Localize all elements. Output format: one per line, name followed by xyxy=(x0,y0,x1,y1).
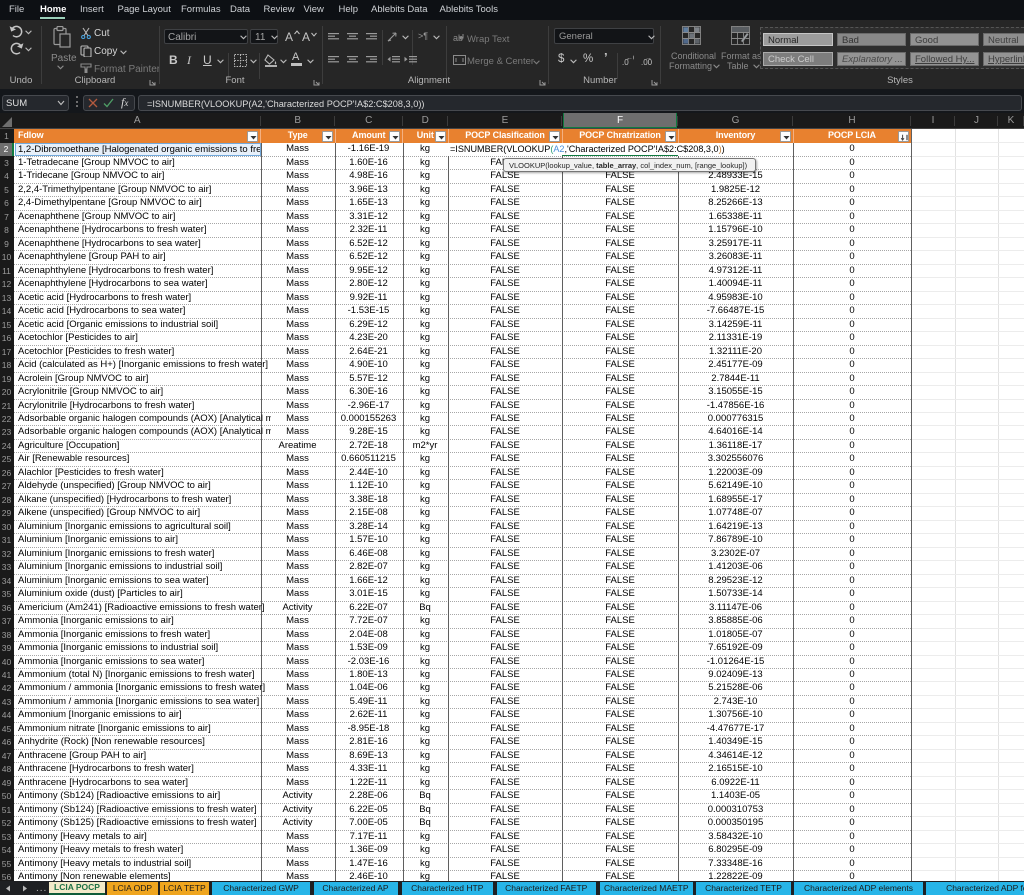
svg-text:→: → xyxy=(645,55,652,62)
svg-text:←0: ←0 xyxy=(626,55,634,62)
